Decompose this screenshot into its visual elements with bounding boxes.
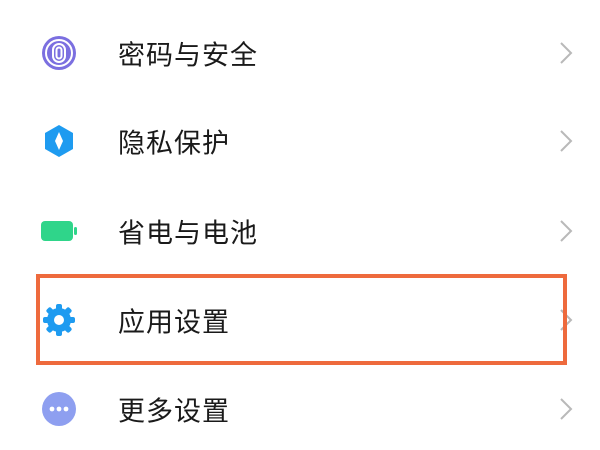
privacy-shield-icon	[40, 122, 78, 160]
battery-icon	[40, 212, 78, 250]
more-dots-icon	[40, 390, 78, 428]
settings-screen: 密码与安全 隐私保护 省电与电池 应用设置 更多设置	[0, 0, 600, 450]
settings-item-label: 更多设置	[118, 396, 230, 428]
settings-item-label: 省电与电池	[118, 218, 258, 250]
settings-item-label: 密码与安全	[118, 40, 258, 72]
settings-item-privacy[interactable]: 隐私保护	[0, 97, 600, 185]
settings-item-label: 隐私保护	[118, 128, 230, 160]
settings-item-battery[interactable]: 省电与电池	[0, 187, 600, 275]
settings-item-password-security[interactable]: 密码与安全	[0, 9, 600, 97]
chevron-right-icon	[560, 398, 573, 420]
chevron-right-icon	[560, 130, 573, 152]
settings-item-app-settings[interactable]: 应用设置	[0, 276, 600, 364]
settings-item-label: 应用设置	[118, 307, 230, 339]
gear-icon	[40, 301, 78, 339]
chevron-right-icon	[560, 42, 573, 64]
chevron-right-icon	[560, 309, 573, 331]
settings-item-more-settings[interactable]: 更多设置	[0, 365, 600, 450]
chevron-right-icon	[560, 220, 573, 242]
fingerprint-icon	[40, 34, 78, 72]
